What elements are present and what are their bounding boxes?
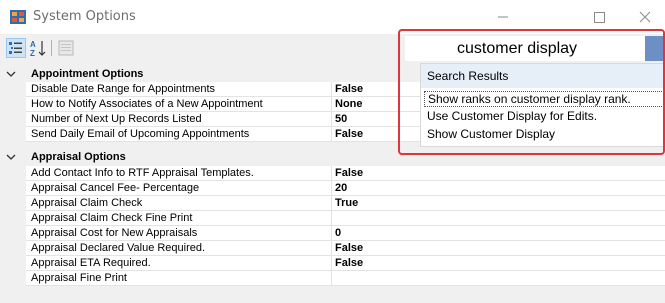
property-row[interactable]: Appraisal ETA Required. False: [26, 256, 665, 271]
column-divider: [331, 127, 332, 142]
property-pages-button[interactable]: [56, 38, 76, 58]
property-pages-icon: [58, 40, 74, 56]
property-name: Appraisal Claim Check: [31, 197, 143, 209]
search-results-dropdown: Search Results Show ranks on customer di…: [420, 63, 665, 147]
chevron-down-icon: [6, 154, 16, 160]
property-row[interactable]: Appraisal Cancel Fee- Percentage 20: [26, 181, 665, 196]
sort-az-icon: A Z: [30, 40, 46, 58]
property-row[interactable]: Appraisal Claim Check Fine Print: [26, 211, 665, 226]
category-label: Appointment Options: [31, 68, 144, 80]
property-name: Disable Date Range for Appointments: [31, 83, 216, 95]
property-name: Add Contact Info to RTF Appraisal Templa…: [31, 167, 254, 179]
property-value[interactable]: False: [335, 257, 363, 270]
column-divider: [331, 166, 332, 181]
property-row[interactable]: Appraisal Declared Value Required. False: [26, 241, 665, 256]
column-divider: [331, 271, 332, 286]
property-name: Appraisal Fine Print: [31, 272, 127, 284]
column-divider: [331, 181, 332, 196]
property-row[interactable]: Add Contact Info to RTF Appraisal Templa…: [26, 166, 665, 181]
property-name: Appraisal Cost for New Appraisals: [31, 227, 198, 239]
property-value[interactable]: False: [335, 83, 363, 96]
category-label: Appraisal Options: [31, 151, 126, 163]
property-value[interactable]: False: [335, 167, 363, 180]
app-icon: [10, 10, 26, 24]
property-value[interactable]: False: [335, 128, 363, 141]
search-results-header: Search Results: [421, 64, 664, 88]
search-results-title: Search Results: [427, 69, 509, 83]
minimize-button[interactable]: [480, 0, 526, 34]
property-name: Appraisal Claim Check Fine Print: [31, 212, 193, 224]
property-row[interactable]: Appraisal Cost for New Appraisals 0: [26, 226, 665, 241]
property-name: Appraisal Cancel Fee- Percentage: [31, 182, 200, 194]
title-bar: System Options: [0, 0, 665, 34]
column-divider: [331, 211, 332, 226]
chevron-down-icon: [6, 71, 16, 77]
minimize-icon: [498, 16, 508, 18]
toolbar-separator: [51, 40, 52, 56]
property-row[interactable]: Appraisal Fine Print: [26, 271, 665, 286]
property-name: Appraisal ETA Required.: [31, 257, 151, 269]
column-divider: [331, 226, 332, 241]
svg-text:A: A: [30, 40, 36, 49]
alphabetical-button[interactable]: A Z: [28, 38, 48, 58]
column-divider: [331, 256, 332, 271]
close-icon: [639, 11, 651, 23]
category-appraisal-options[interactable]: Appraisal Options: [0, 150, 665, 165]
search-result-item[interactable]: Show Customer Display: [424, 126, 664, 142]
property-value[interactable]: False: [335, 242, 363, 255]
property-value[interactable]: 0: [335, 227, 341, 240]
property-value[interactable]: True: [335, 197, 358, 210]
column-divider: [331, 241, 332, 256]
property-name: Appraisal Declared Value Required.: [31, 242, 206, 254]
close-button[interactable]: [622, 0, 665, 34]
column-divider: [331, 82, 332, 97]
window-title: System Options: [33, 9, 136, 24]
property-value[interactable]: None: [335, 98, 363, 111]
categorized-button[interactable]: [6, 38, 26, 58]
maximize-button[interactable]: [576, 0, 622, 34]
column-divider: [331, 112, 332, 127]
search-result-item[interactable]: Show ranks on customer display rank.: [424, 91, 664, 107]
svg-text:Z: Z: [30, 49, 35, 58]
search-input[interactable]: [405, 36, 660, 61]
property-name: Send Daily Email of Upcoming Appointment…: [31, 128, 250, 140]
property-row[interactable]: Appraisal Claim Check True: [26, 196, 665, 211]
property-name: Number of Next Up Records Listed: [31, 113, 202, 125]
property-value[interactable]: 20: [335, 182, 347, 195]
column-divider: [331, 196, 332, 211]
property-name: How to Notify Associates of a New Appoin…: [31, 98, 263, 110]
categorized-icon: [9, 42, 22, 54]
search-result-item[interactable]: Use Customer Display for Edits.: [424, 108, 664, 124]
property-value[interactable]: 50: [335, 113, 347, 126]
maximize-icon: [594, 12, 605, 23]
search-button[interactable]: [645, 36, 665, 61]
column-divider: [331, 97, 332, 112]
